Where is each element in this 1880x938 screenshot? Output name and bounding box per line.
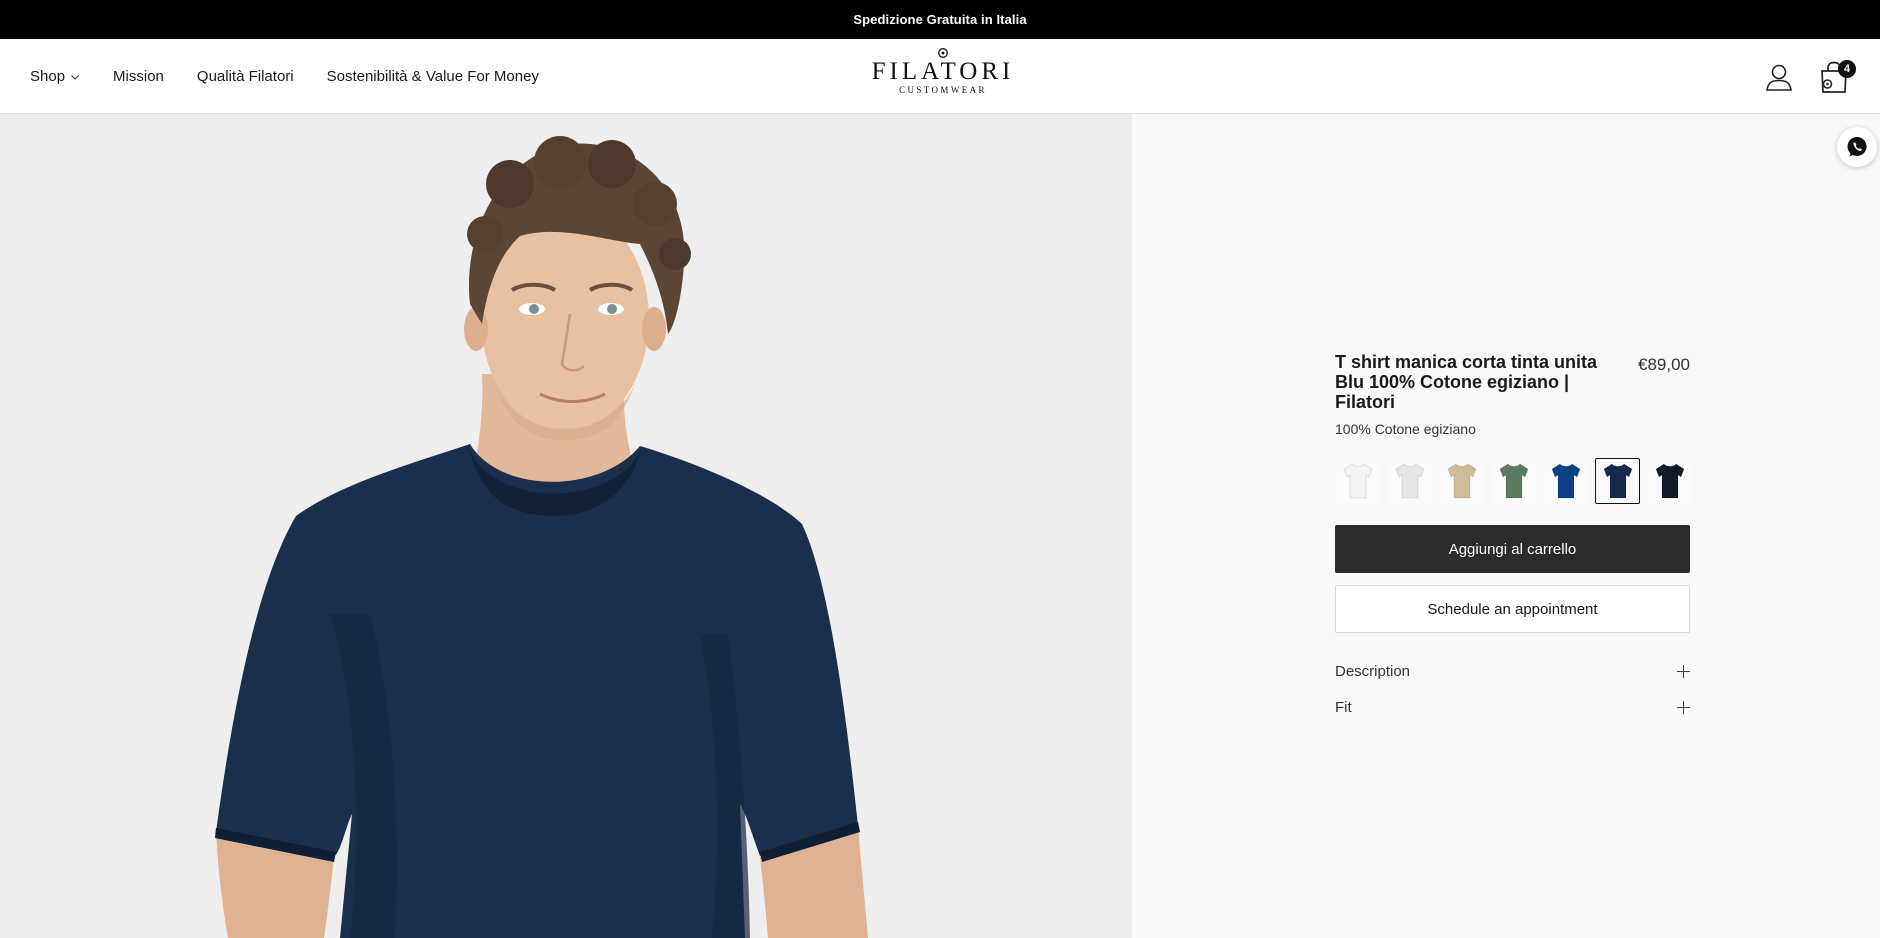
nav-item-shop-label: Shop bbox=[30, 68, 66, 85]
color-swatch[interactable] bbox=[1491, 458, 1536, 504]
accordion-fit-label: Fit bbox=[1335, 698, 1352, 716]
add-to-cart-button[interactable]: Aggiungi al carrello bbox=[1335, 525, 1690, 573]
plus-icon bbox=[1677, 664, 1690, 678]
plus-icon bbox=[1677, 700, 1690, 714]
schedule-appointment-button[interactable]: Schedule an appointment bbox=[1335, 585, 1690, 633]
announcement-text: Spedizione Gratuita in Italia bbox=[853, 12, 1027, 27]
site-header: Shop Mission Qualità Filatori Sostenibil… bbox=[0, 39, 1880, 114]
product-photo bbox=[215, 136, 868, 938]
logo-subtitle: CUSTOMWEAR bbox=[899, 85, 987, 95]
tshirt-thumbnail-icon bbox=[1343, 463, 1372, 499]
brand-logo[interactable]: FILATORI CUSTOMWEAR bbox=[870, 47, 1016, 103]
logo-name: FILATORI bbox=[871, 58, 1015, 85]
nav-item-shop[interactable]: Shop bbox=[30, 68, 80, 85]
cart-count-badge: 4 bbox=[1838, 60, 1856, 78]
color-swatch[interactable] bbox=[1647, 458, 1692, 504]
main-nav: Shop Mission Qualità Filatori Sostenibil… bbox=[30, 39, 539, 114]
tshirt-thumbnail-icon bbox=[1395, 463, 1424, 499]
tshirt-thumbnail-icon bbox=[1447, 463, 1476, 499]
accordion-fit[interactable]: Fit bbox=[1335, 695, 1690, 719]
announcement-bar: Spedizione Gratuita in Italia bbox=[0, 0, 1880, 39]
nav-item-mission-label: Mission bbox=[113, 68, 164, 85]
nav-item-sustainability-label: Sostenibilità & Value For Money bbox=[326, 68, 539, 85]
nav-item-quality[interactable]: Qualità Filatori bbox=[197, 68, 294, 85]
product-price: €89,00 bbox=[1638, 355, 1690, 374]
nav-item-quality-label: Qualità Filatori bbox=[196, 68, 294, 85]
chevron-down-icon bbox=[71, 74, 79, 80]
cart-button[interactable]: 4 bbox=[1819, 60, 1856, 94]
color-swatch[interactable] bbox=[1543, 458, 1588, 504]
color-swatch[interactable] bbox=[1439, 458, 1484, 504]
user-icon bbox=[1766, 64, 1792, 91]
product-material: 100% Cotone egiziano bbox=[1335, 421, 1476, 437]
tshirt-thumbnail-icon bbox=[1655, 463, 1684, 499]
color-swatch-list bbox=[1335, 458, 1692, 504]
product-title: T shirt manica corta tinta unita Blu 100… bbox=[1335, 352, 1598, 412]
tshirt-thumbnail-icon bbox=[1551, 463, 1580, 499]
color-swatch[interactable] bbox=[1387, 458, 1432, 504]
tshirt-thumbnail-icon bbox=[1603, 463, 1632, 499]
color-swatch[interactable] bbox=[1335, 458, 1380, 504]
whatsapp-icon bbox=[1847, 137, 1867, 157]
product-image-gallery[interactable] bbox=[0, 114, 1132, 938]
whatsapp-button[interactable] bbox=[1837, 127, 1877, 167]
color-swatch[interactable] bbox=[1595, 458, 1640, 504]
accordion-description[interactable]: Description bbox=[1335, 659, 1690, 683]
tshirt-thumbnail-icon bbox=[1499, 463, 1528, 499]
account-button[interactable] bbox=[1764, 62, 1794, 92]
nav-item-mission[interactable]: Mission bbox=[113, 68, 164, 85]
accordion-description-label: Description bbox=[1335, 662, 1411, 680]
nav-item-sustainability[interactable]: Sostenibilità & Value For Money bbox=[327, 68, 539, 85]
